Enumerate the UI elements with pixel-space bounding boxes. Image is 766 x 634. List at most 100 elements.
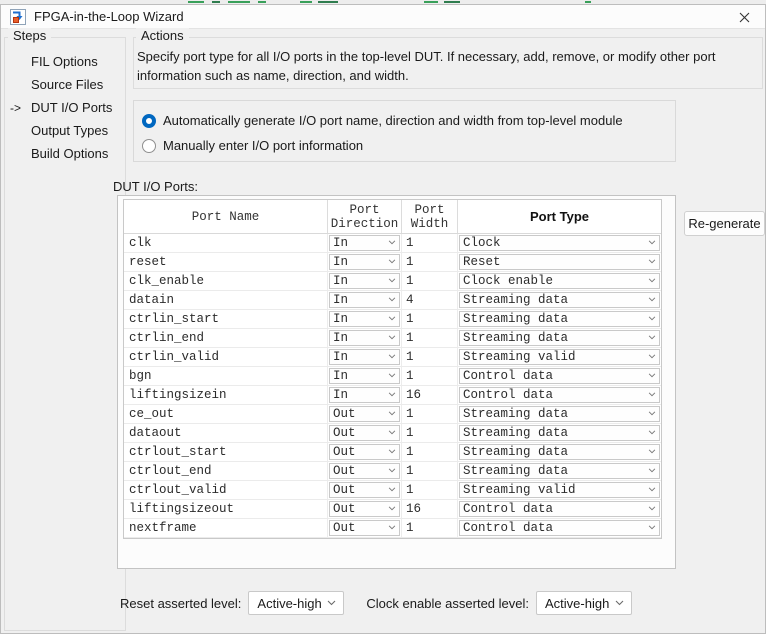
port-type-cell: Control data <box>458 500 661 518</box>
port-name-cell[interactable]: datain <box>124 291 328 309</box>
port-direction-select[interactable]: In <box>329 273 400 289</box>
port-type-select[interactable]: Control data <box>459 387 660 403</box>
port-name-cell[interactable]: nextframe <box>124 519 328 537</box>
close-button[interactable] <box>729 5 759 29</box>
sidebar-item-build-options[interactable]: Build Options <box>10 142 124 165</box>
port-width-cell[interactable]: 16 <box>402 386 458 404</box>
port-direction-select[interactable]: Out <box>329 482 400 498</box>
port-direction-select[interactable]: Out <box>329 406 400 422</box>
port-name-cell[interactable]: ctrlout_start <box>124 443 328 461</box>
port-name-cell[interactable]: ctrlout_end <box>124 462 328 480</box>
port-width-cell[interactable]: 4 <box>402 291 458 309</box>
port-type-select[interactable]: Streaming valid <box>459 482 660 498</box>
port-type-select[interactable]: Clock <box>459 235 660 251</box>
regenerate-button[interactable]: Re-generate <box>684 211 765 236</box>
port-width-cell[interactable]: 1 <box>402 424 458 442</box>
port-width-cell[interactable]: 1 <box>402 405 458 423</box>
port-direction-select[interactable]: Out <box>329 463 400 479</box>
port-type-select[interactable]: Reset <box>459 254 660 270</box>
sidebar-item-fil-options[interactable]: FIL Options <box>10 50 124 73</box>
port-direction-select[interactable]: Out <box>329 444 400 460</box>
port-type-select[interactable]: Streaming data <box>459 463 660 479</box>
port-type-select[interactable]: Streaming data <box>459 311 660 327</box>
header-port-width: Port Width <box>402 200 458 233</box>
port-width-cell[interactable]: 1 <box>402 367 458 385</box>
port-direction-select[interactable]: Out <box>329 520 400 536</box>
table-row-reset: reset In 1Reset <box>124 253 661 272</box>
port-type-select[interactable]: Streaming data <box>459 406 660 422</box>
port-width-cell[interactable]: 1 <box>402 462 458 480</box>
clock-enable-asserted-level-select[interactable]: Active-high <box>536 591 632 615</box>
port-direction-value: In <box>333 369 348 383</box>
chevron-down-icon <box>648 297 656 302</box>
radio-unselected-icon[interactable] <box>142 139 156 153</box>
port-type-cell: Streaming data <box>458 443 661 461</box>
port-name-cell[interactable]: clk_enable <box>124 272 328 290</box>
port-name-cell[interactable]: reset <box>124 253 328 271</box>
chevron-down-icon <box>388 297 396 302</box>
port-direction-select[interactable]: In <box>329 254 400 270</box>
port-direction-select[interactable]: In <box>329 349 400 365</box>
port-width-cell[interactable]: 16 <box>402 500 458 518</box>
port-direction-select[interactable]: In <box>329 292 400 308</box>
port-name-cell[interactable]: ce_out <box>124 405 328 423</box>
port-type-select[interactable]: Streaming data <box>459 425 660 441</box>
port-width-cell[interactable]: 1 <box>402 253 458 271</box>
sidebar-item-dut-i-o-ports[interactable]: ->DUT I/O Ports <box>10 96 124 119</box>
reset-asserted-level-select[interactable]: Active-high <box>248 591 344 615</box>
chevron-down-icon <box>388 411 396 416</box>
sidebar-item-output-types[interactable]: Output Types <box>10 119 124 142</box>
port-name-cell[interactable]: ctrlin_end <box>124 329 328 347</box>
radio-selected-icon[interactable] <box>142 114 156 128</box>
current-step-marker: -> <box>10 101 31 115</box>
port-name-cell[interactable]: bgn <box>124 367 328 385</box>
port-type-select[interactable]: Control data <box>459 368 660 384</box>
port-type-select[interactable]: Streaming valid <box>459 349 660 365</box>
port-type-value: Control data <box>463 369 553 383</box>
radio-option-auto-generate[interactable]: Automatically generate I/O port name, di… <box>142 108 675 133</box>
port-type-select[interactable]: Streaming data <box>459 444 660 460</box>
port-direction-value: In <box>333 350 348 364</box>
port-width-cell[interactable]: 1 <box>402 443 458 461</box>
port-type-select[interactable]: Control data <box>459 520 660 536</box>
port-width-cell[interactable]: 1 <box>402 272 458 290</box>
port-direction-select[interactable]: Out <box>329 501 400 517</box>
chevron-down-icon <box>388 259 396 264</box>
port-direction-select[interactable]: In <box>329 368 400 384</box>
port-width-cell[interactable]: 1 <box>402 519 458 537</box>
port-name-cell[interactable]: liftingsizeout <box>124 500 328 518</box>
port-type-select[interactable]: Clock enable <box>459 273 660 289</box>
port-type-select[interactable]: Control data <box>459 501 660 517</box>
port-type-value: Control data <box>463 388 553 402</box>
port-direction-value: In <box>333 255 348 269</box>
port-direction-select[interactable]: In <box>329 330 400 346</box>
port-type-cell: Streaming valid <box>458 348 661 366</box>
port-direction-value: Out <box>333 521 356 535</box>
port-width-cell[interactable]: 1 <box>402 310 458 328</box>
steps-panel-title: Steps <box>8 28 51 43</box>
port-name-cell[interactable]: liftingsizein <box>124 386 328 404</box>
port-direction-select[interactable]: In <box>329 235 400 251</box>
port-direction-cell: Out <box>328 462 402 480</box>
port-name-cell[interactable]: ctrlout_valid <box>124 481 328 499</box>
port-direction-cell: Out <box>328 424 402 442</box>
port-direction-select[interactable]: In <box>329 311 400 327</box>
port-name-cell[interactable]: clk <box>124 234 328 252</box>
port-type-select[interactable]: Streaming data <box>459 330 660 346</box>
port-name-cell[interactable]: dataout <box>124 424 328 442</box>
radio-option-manual-entry[interactable]: Manually enter I/O port information <box>142 133 675 158</box>
sidebar-item-source-files[interactable]: Source Files <box>10 73 124 96</box>
port-name-cell[interactable]: ctrlin_start <box>124 310 328 328</box>
port-width-cell[interactable]: 1 <box>402 348 458 366</box>
port-direction-select[interactable]: Out <box>329 425 400 441</box>
port-width-cell[interactable]: 1 <box>402 329 458 347</box>
port-direction-value: In <box>333 331 348 345</box>
port-type-cell: Streaming data <box>458 291 661 309</box>
port-width-cell[interactable]: 1 <box>402 234 458 252</box>
port-name-cell[interactable]: ctrlin_valid <box>124 348 328 366</box>
port-type-select[interactable]: Streaming data <box>459 292 660 308</box>
port-direction-select[interactable]: In <box>329 387 400 403</box>
chevron-down-icon <box>388 430 396 435</box>
port-width-cell[interactable]: 1 <box>402 481 458 499</box>
fil-wizard-app-icon <box>10 9 26 25</box>
